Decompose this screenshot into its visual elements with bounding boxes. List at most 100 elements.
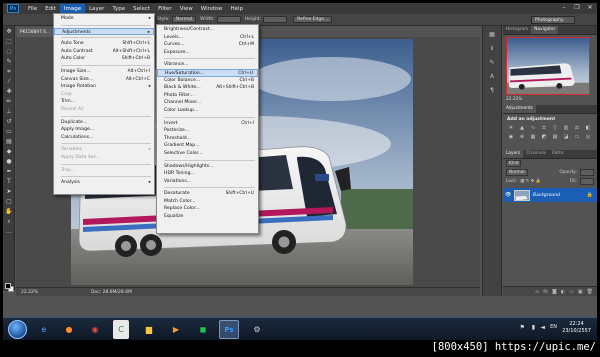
image-menu-item-adjustments[interactable]: Adjustments ▸ [54,27,154,36]
eyedropper-tool-icon[interactable]: ⁄ [5,78,13,86]
language-indicator[interactable]: EN [550,324,557,330]
menu-view[interactable]: View [176,4,197,14]
fill-field[interactable] [580,178,594,185]
restore-icon[interactable]: ❐ [572,4,582,12]
path-select-icon[interactable]: ➤ [5,188,13,196]
media-player-taskbar-icon[interactable]: ▶ [166,320,186,339]
healing-tool-icon[interactable]: ✚ [5,88,13,96]
opacity-field[interactable] [580,169,594,176]
menu-type[interactable]: Type [108,4,129,14]
black-white-icon[interactable]: ◧ [584,125,592,132]
image-menu-item-analysis[interactable]: Analysis ▸ [54,179,154,187]
stamp-tool-icon[interactable]: ⊥ [5,108,13,116]
adjustments-item-match-color[interactable]: Match Color... [157,198,258,206]
start-button[interactable] [8,320,27,339]
adjustments-item-gradient-map[interactable]: Gradient Map... [157,142,258,150]
camtasia-taskbar-icon[interactable]: C [113,320,129,339]
volume-tray-icon[interactable]: ◄ [540,324,545,331]
adjustments-item-channel-mixer[interactable]: Channel Mixer... [157,99,258,107]
steam-taskbar-icon[interactable]: ⚙ [247,320,267,339]
quick-select-tool-icon[interactable]: ✎ [5,58,13,66]
exposure-icon[interactable]: ± [540,125,548,132]
adjustments-item-brightness-contrast[interactable]: Brightness/Contrast... [157,26,258,34]
invert-icon[interactable]: ◩ [540,134,548,141]
adjustments-item-equalize[interactable]: Equalize [157,213,258,221]
image-menu-item-duplicate[interactable]: Duplicate... [54,119,154,127]
adjustments-item-variations[interactable]: Variations... [157,178,258,186]
hand-tool-icon[interactable]: ✋ [5,208,13,216]
adjustments-item-hue-saturation[interactable]: Hue/Saturation... Ctrl+U [157,68,258,77]
new-layer-icon[interactable]: ▣ [578,289,583,295]
tab-navigator[interactable]: Navigator [531,26,559,34]
lock-icons[interactable]: ▦ ✎ ✥ 🔒 [520,179,541,184]
eraser-tool-icon[interactable]: ▭ [5,128,13,136]
menu-window[interactable]: Window [197,4,227,14]
group-icon[interactable]: ▭ [569,289,574,295]
layer-kind-filter[interactable]: Kind [506,160,522,167]
adjustments-item-desaturate[interactable]: Desaturate Shift+Ctrl+U [157,190,258,198]
style-select[interactable]: Normal [171,16,197,23]
link-layers-icon[interactable]: ∞ [535,289,539,295]
image-menu-item-trim[interactable]: Trim... [54,98,154,106]
type-tool-icon[interactable]: T [5,178,13,186]
network-tray-icon[interactable]: ▮ [532,324,535,331]
posterize-icon[interactable]: ▨ [551,134,559,141]
selective-color-icon[interactable]: ◎ [584,134,592,141]
minimize-icon[interactable]: – [559,4,569,12]
photo-filter-icon[interactable]: ◉ [507,134,515,141]
menu-file[interactable]: File [24,4,41,14]
adjustments-item-black-white[interactable]: Black & White... Alt+Shift+Ctrl+B [157,84,258,92]
pen-tool-icon[interactable]: ✒ [5,168,13,176]
color-lookup-icon[interactable]: ▦ [529,134,537,141]
image-menu-item-apply-image[interactable]: Apply Image... [54,126,154,134]
adjustments-item-selective-color[interactable]: Selective Color... [157,150,258,158]
lasso-tool-icon[interactable]: ◌ [5,48,13,56]
crop-tool-icon[interactable]: ⌗ [5,68,13,76]
move-tool-icon[interactable]: ✥ [5,28,13,36]
refine-edge-button[interactable]: Refine Edge... [293,16,333,23]
menu-edit[interactable]: Edit [41,4,60,14]
adjustments-item-curves[interactable]: Curves... Ctrl+M [157,41,258,49]
brush-tool-icon[interactable]: ✏ [5,98,13,106]
tab-paths[interactable]: Paths [549,150,567,158]
layer-style-icon[interactable]: fx [543,289,548,295]
blend-mode-select[interactable]: Normal [506,169,528,176]
tab-histogram[interactable]: Histogram [503,26,531,34]
image-menu-item-calculations[interactable]: Calculations... [54,134,154,142]
marquee-tool-icon[interactable]: ⬚ [5,38,13,46]
tab-layers[interactable]: Layers [503,150,524,158]
adjustments-item-invert[interactable]: Invert Ctrl+I [157,120,258,128]
info-panel-icon[interactable]: ℹ [486,44,498,54]
menu-image[interactable]: Image [59,3,86,14]
adjustments-item-hdr-toning[interactable]: HDR Toning... [157,170,258,178]
chrome-taskbar-icon[interactable]: ◉ [85,320,105,339]
image-menu-item-image-size[interactable]: Image Size... Alt+Ctrl+I [54,68,154,76]
close-icon[interactable]: ✕ [585,4,595,12]
new-fill-icon[interactable]: ◐ [561,289,565,295]
image-menu-item-auto-contrast[interactable]: Auto Contrast Alt+Shift+Ctrl+L [54,48,154,56]
adjustments-item-color-balance[interactable]: Color Balance... Ctrl+B [157,77,258,85]
gradient-tool-icon[interactable]: ▤ [5,138,13,146]
extras-icon[interactable]: … [5,228,13,236]
layer-background[interactable]: 👁 Background 🔒 [503,188,597,202]
tab-adjustments[interactable]: Adjustments [503,105,536,113]
image-menu-item-image-rotation[interactable]: Image Rotation ▸ [54,83,154,91]
width-field[interactable] [216,16,241,23]
image-menu-item-canvas-size[interactable]: Canvas Size... Alt+Ctrl+C [54,76,154,84]
explorer-taskbar-icon[interactable]: ▆ [139,320,159,339]
paragraph-panel-icon[interactable]: ¶ [486,86,498,96]
mask-icon[interactable]: ◙ [552,289,557,295]
adjustments-item-threshold[interactable]: Threshold... [157,135,258,143]
ie-taskbar-icon[interactable]: e [34,320,54,339]
menu-layer[interactable]: Layer [85,4,108,14]
levels-icon[interactable]: ▲ [518,125,526,132]
adjustments-item-photo-filter[interactable]: Photo Filter... [157,92,258,100]
history-brush-icon[interactable]: ↺ [5,118,13,126]
adjustments-item-vibrance[interactable]: Vibrance... [157,61,258,69]
photoshop-taskbar-icon[interactable]: Ps [219,320,239,339]
image-menu-item-auto-color[interactable]: Auto Color Shift+Ctrl+B [54,55,154,63]
zoom-readout[interactable]: 22.22% [21,290,51,295]
vibrance-icon[interactable]: ▽ [551,125,559,132]
adjustments-item-levels[interactable]: Levels... Ctrl+L [157,34,258,42]
navigator-preview[interactable] [506,37,590,95]
